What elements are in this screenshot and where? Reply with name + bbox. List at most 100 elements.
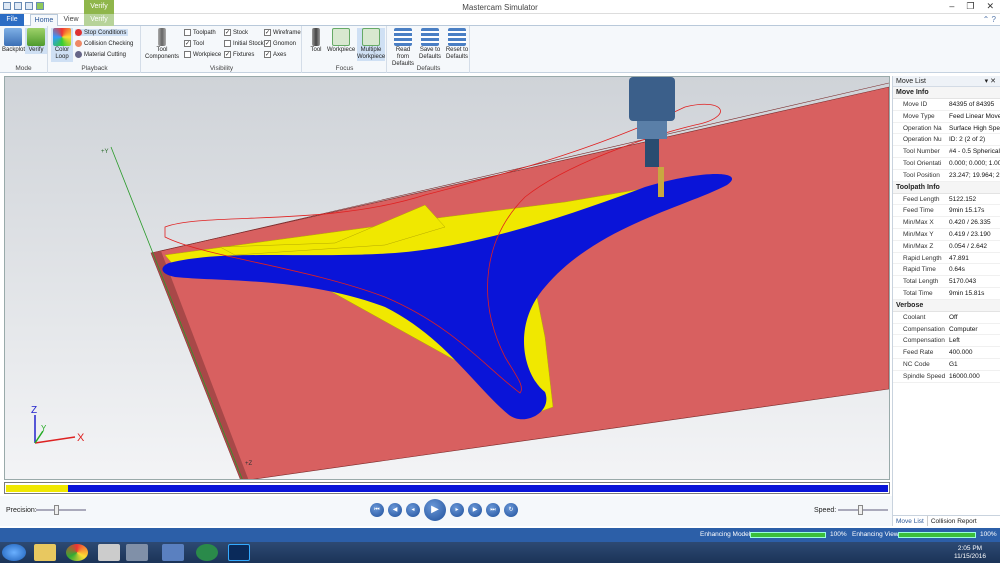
app-icon-green[interactable] bbox=[196, 544, 218, 561]
property-value: G1 bbox=[949, 360, 958, 368]
checkbox-box[interactable]: ✓ bbox=[264, 40, 271, 47]
color-loop-icon bbox=[53, 28, 71, 46]
property-value: 0.64s bbox=[949, 266, 965, 274]
property-key: Move ID bbox=[903, 101, 928, 108]
enhancing-view-bar bbox=[898, 532, 976, 538]
color-loop-button[interactable]: Color Loop bbox=[51, 28, 73, 62]
tab-view[interactable]: View bbox=[60, 14, 82, 26]
property-key: Feed Time bbox=[903, 207, 934, 215]
file-explorer-icon[interactable] bbox=[34, 544, 56, 561]
property-key: Compensation bbox=[903, 325, 945, 333]
back-button[interactable]: ◂ bbox=[406, 503, 420, 517]
checkbox-box[interactable] bbox=[184, 51, 191, 58]
speed-slider[interactable] bbox=[838, 505, 888, 515]
checkbox-fixtures[interactable]: ✓ Fixtures bbox=[224, 51, 254, 58]
mastercam-icon[interactable] bbox=[126, 544, 148, 561]
material-cutting-button[interactable]: Material Cutting bbox=[75, 51, 126, 58]
cutting-icon bbox=[75, 51, 82, 58]
property-key: Spindle Speed bbox=[903, 372, 946, 380]
step-back-button[interactable]: ◀ bbox=[388, 503, 402, 517]
checkbox-label: Stock bbox=[233, 29, 249, 36]
system-clock[interactable]: 2:05 PM 11/15/2016 bbox=[954, 545, 986, 561]
collision-checking-button[interactable]: Collision Checking bbox=[75, 40, 133, 47]
group-mode: Backplot Verify Mode bbox=[0, 26, 48, 73]
pin-icon[interactable]: ▾ ✕ bbox=[985, 76, 996, 87]
property-row: Coolant Off bbox=[893, 312, 1000, 324]
precision-slider[interactable] bbox=[36, 505, 86, 515]
help-icon[interactable]: ? bbox=[992, 15, 996, 24]
window-title: Mastercam Simulator bbox=[462, 3, 538, 12]
checkbox-box[interactable]: ✓ bbox=[224, 51, 231, 58]
checkbox-axes[interactable]: ✓ Axes bbox=[264, 51, 286, 58]
checkbox-box[interactable]: ✓ bbox=[224, 29, 231, 36]
property-key: Operation Na bbox=[903, 124, 942, 132]
snipping-tool-icon[interactable] bbox=[98, 544, 120, 561]
collapse-ribbon-icon[interactable]: ⌃ bbox=[983, 15, 990, 24]
property-key: Total Length bbox=[903, 278, 939, 286]
tool-components-button[interactable]: Tool Components bbox=[144, 28, 180, 61]
save-defaults-button[interactable]: Save to Defaults bbox=[417, 28, 443, 61]
property-value: 84395 of 84395 bbox=[949, 101, 995, 108]
checkbox-box[interactable]: ✓ bbox=[264, 29, 271, 36]
timeline-op2 bbox=[68, 485, 888, 492]
section-header[interactable]: Verbose bbox=[893, 299, 1000, 312]
checkbox-toolpath[interactable]: Toolpath bbox=[184, 29, 216, 36]
simulation-viewport[interactable]: +Y +Z X Z Y bbox=[4, 76, 890, 480]
play-button[interactable]: ▶ bbox=[424, 499, 446, 521]
backplot-icon bbox=[4, 28, 22, 46]
rewind-button[interactable]: ⏮ bbox=[370, 503, 384, 517]
tab-file[interactable]: File bbox=[0, 14, 24, 26]
checkbox-initial-stock[interactable]: Initial Stock bbox=[224, 40, 264, 47]
checkbox-box[interactable]: ✓ bbox=[184, 40, 191, 47]
tab-home[interactable]: Home bbox=[30, 14, 58, 26]
multiple-workpiece-button[interactable]: Multiple Workpiece bbox=[357, 28, 385, 61]
property-row: Tool Position 23.247; 19.964; 2.1 bbox=[893, 170, 1000, 182]
restore-icon[interactable]: ❐ bbox=[966, 1, 974, 12]
minimize-icon[interactable]: – bbox=[949, 1, 954, 12]
close-icon[interactable]: ✕ bbox=[986, 1, 994, 12]
property-value: 0.419 / 23.190 bbox=[949, 230, 991, 238]
checkbox-gnomon[interactable]: ✓ Gnomon bbox=[264, 40, 296, 47]
stop-conditions-button[interactable]: Stop Conditions bbox=[75, 29, 129, 36]
checkbox-wireframe[interactable]: ✓ Wireframe bbox=[264, 29, 301, 36]
property-row: Rapid Time 0.64s bbox=[893, 264, 1000, 277]
tab-move-list[interactable]: Move List bbox=[893, 516, 928, 526]
simulator-icon[interactable] bbox=[162, 544, 184, 561]
end-button[interactable]: ⏭ bbox=[486, 503, 500, 517]
property-value: Computer bbox=[949, 325, 978, 333]
checkbox-tool[interactable]: ✓ Tool bbox=[184, 40, 204, 47]
enhancing-view-pct: 100% bbox=[980, 531, 997, 538]
playback-timeline[interactable] bbox=[4, 482, 890, 494]
loop-button[interactable]: ↻ bbox=[504, 503, 518, 517]
section-header[interactable]: Toolpath Info bbox=[893, 181, 1000, 194]
status-bar: Enhancing Model 100% Enhancing View 100% bbox=[0, 528, 1000, 542]
forward-button[interactable]: ▸ bbox=[450, 503, 464, 517]
section-header[interactable]: Move Info bbox=[893, 87, 1000, 99]
property-row: Min/Max X 0.420 / 26.335 bbox=[893, 217, 1000, 229]
backplot-button[interactable]: Backplot bbox=[2, 28, 25, 54]
enhancing-view-label: Enhancing View bbox=[852, 531, 899, 538]
checkbox-label: Wireframe bbox=[273, 29, 301, 36]
playback-controls: Precision: ⏮ ◀ ◂ ▶ ▸ ▶ ⏭ ↻ Speed: bbox=[0, 496, 892, 526]
checkbox-workpiece[interactable]: Workpiece bbox=[184, 51, 221, 58]
start-icon[interactable] bbox=[2, 544, 26, 561]
precision-label: Precision: bbox=[6, 507, 37, 514]
chrome-icon[interactable] bbox=[66, 544, 88, 561]
checkbox-box[interactable] bbox=[224, 40, 231, 47]
reset-defaults-icon bbox=[448, 28, 466, 46]
checkbox-stock[interactable]: ✓ Stock bbox=[224, 29, 248, 36]
step-forward-button[interactable]: ▶ bbox=[468, 503, 482, 517]
read-defaults-button[interactable]: Read from Defaults bbox=[390, 28, 416, 68]
focus-workpiece-button[interactable]: Workpiece bbox=[327, 28, 355, 54]
tab-verify[interactable]: Verify bbox=[84, 14, 114, 26]
property-value: Off bbox=[949, 313, 958, 321]
tab-collision-report[interactable]: Collision Report bbox=[928, 516, 980, 526]
verify-button[interactable]: Verify bbox=[25, 28, 47, 54]
checkbox-box[interactable] bbox=[184, 29, 191, 36]
checkbox-box[interactable]: ✓ bbox=[264, 51, 271, 58]
save-defaults-icon bbox=[421, 28, 439, 46]
photoshop-icon[interactable] bbox=[228, 544, 250, 561]
reset-defaults-button[interactable]: Reset to Defaults bbox=[444, 28, 470, 61]
multiple-workpiece-icon bbox=[362, 28, 380, 46]
focus-tool-button[interactable]: Tool bbox=[305, 28, 327, 54]
